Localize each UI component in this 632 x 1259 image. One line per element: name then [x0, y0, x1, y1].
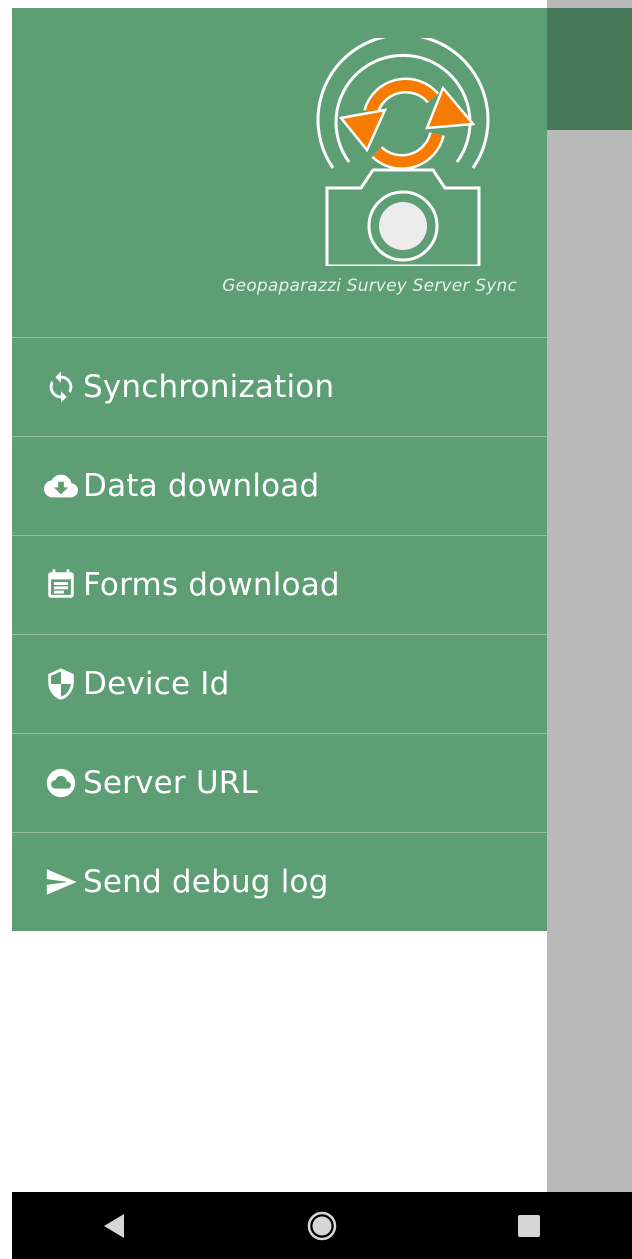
menu-item-device-id[interactable]: Device Id: [12, 635, 547, 734]
back-triangle-icon: [104, 1213, 125, 1238]
menu-item-forms-download[interactable]: Forms download: [12, 536, 547, 635]
recents-button[interactable]: [499, 1196, 559, 1256]
back-button[interactable]: [85, 1196, 145, 1256]
cloud-icon: [41, 763, 81, 803]
menu-item-label: Device Id: [83, 666, 230, 702]
menu-item-synchronization[interactable]: Synchronization: [12, 338, 547, 437]
app-caption: Geopaparazzi Survey Server Sync: [222, 276, 517, 296]
menu-item-send-debug-log[interactable]: Send debug log: [12, 833, 547, 931]
cloud-download-icon: [41, 466, 81, 506]
sync-icon: [41, 367, 81, 407]
menu-item-label: Server URL: [83, 765, 259, 801]
menu-item-label: Send debug log: [83, 864, 329, 900]
background-app-bar: [547, 8, 632, 130]
menu-item-label: Data download: [83, 468, 320, 504]
send-icon: [41, 862, 81, 902]
menu-item-label: Forms download: [83, 567, 340, 603]
navigation-drawer: Geopaparazzi Survey Server Sync Synchron…: [12, 8, 547, 1192]
recents-square-icon: [517, 1214, 540, 1237]
home-button[interactable]: [292, 1196, 352, 1256]
home-circle-icon: [307, 1211, 337, 1240]
menu-item-label: Synchronization: [83, 369, 335, 405]
menu-item-server-url[interactable]: Server URL: [12, 734, 547, 833]
form-calendar-icon: [41, 565, 81, 605]
system-navigation-bar: [12, 1192, 632, 1259]
drawer-header: Geopaparazzi Survey Server Sync: [12, 8, 547, 338]
screen: Geopaparazzi Survey Server Sync Synchron…: [0, 0, 632, 1259]
sync-camera-logo-icon: [316, 38, 490, 266]
shield-icon: [41, 664, 81, 704]
drawer-menu: Synchronization Data download Forms down…: [12, 338, 547, 931]
background-app-content[interactable]: [547, 0, 632, 1192]
menu-item-data-download[interactable]: Data download: [12, 437, 547, 536]
left-gutter: [0, 0, 12, 1192]
